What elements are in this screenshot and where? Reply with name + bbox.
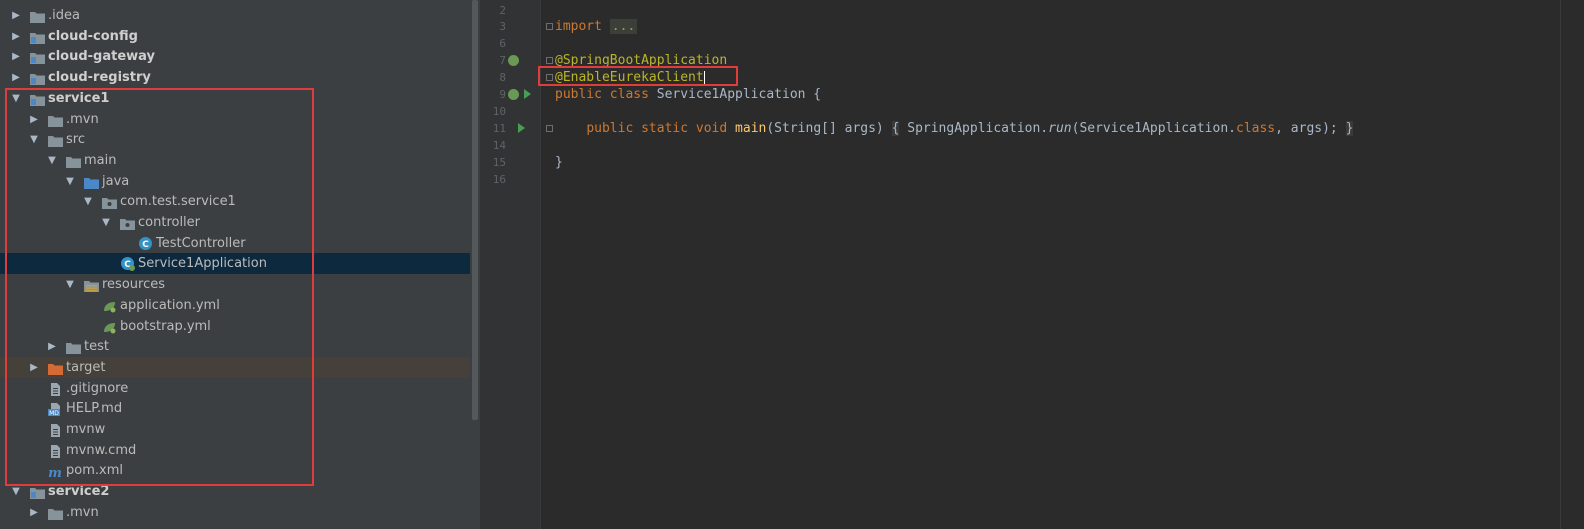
line-number: 11	[492, 122, 506, 135]
code-line-class-close[interactable]: }	[555, 154, 563, 171]
line-number: 8	[499, 71, 506, 84]
line-number: 16	[492, 173, 506, 186]
module-folder-icon	[30, 71, 45, 86]
expand-arrow-icon[interactable]: ▶	[10, 5, 22, 26]
closing-brace: }	[555, 155, 563, 170]
editor-right-margin	[1560, 0, 1561, 529]
line-number: 3	[499, 20, 506, 33]
code-line-main-method[interactable]: public static void main(String[] args) {…	[555, 120, 1354, 137]
line-number: 7	[499, 54, 506, 67]
line-number: 6	[499, 37, 506, 50]
code-text: (Service1Application.	[1071, 121, 1236, 136]
module-folder-icon	[30, 485, 45, 500]
tree-item-label: cloud-registry	[48, 70, 151, 86]
method-params: (String[] args)	[766, 121, 884, 136]
expand-arrow-icon[interactable]: ▶	[10, 26, 22, 47]
line-number: 9	[499, 88, 506, 101]
folder-icon	[48, 506, 63, 520]
tree-item-mvn[interactable]: ▶ .mvn	[0, 502, 470, 523]
tree-item-label: .idea	[48, 8, 80, 23]
fold-toggle-icon[interactable]	[546, 125, 553, 132]
line-number: 14	[492, 139, 506, 152]
eureka-annotation-highlight-box	[538, 66, 738, 86]
spring-bean-gutter-icon[interactable]	[508, 55, 519, 66]
fold-toggle-icon[interactable]	[546, 57, 553, 64]
method-name: main	[735, 121, 767, 136]
folded-brace[interactable]: }	[1345, 121, 1354, 136]
keyword: class	[1236, 121, 1276, 136]
tree-item-label: .mvn	[66, 504, 99, 520]
run-class-icon[interactable]	[524, 89, 531, 99]
expand-arrow-icon[interactable]: ▶	[28, 502, 40, 523]
keyword: static	[641, 121, 689, 136]
expand-arrow-icon[interactable]: ▶	[10, 67, 22, 88]
scrollbar-thumb[interactable]	[472, 0, 478, 420]
code-line-class-decl[interactable]: public class Service1Application {	[555, 86, 821, 103]
spring-bean-gutter-icon[interactable]	[508, 89, 519, 100]
project-tree-scrollbar[interactable]	[470, 0, 480, 529]
keyword: import	[555, 19, 602, 34]
tree-item-label: cloud-gateway	[48, 49, 156, 65]
keyword: public	[555, 87, 602, 102]
tree-item-cloud-registry[interactable]: ▶ cloud-registry	[0, 67, 470, 88]
module-folder-icon	[30, 50, 45, 65]
run-main-icon[interactable]	[518, 123, 525, 133]
fold-toggle-icon[interactable]	[546, 23, 553, 30]
line-number: 10	[492, 105, 506, 118]
tree-item-idea[interactable]: ▶ .idea	[0, 5, 470, 26]
keyword: class	[609, 87, 649, 102]
keyword: public	[586, 121, 634, 136]
expand-arrow-icon[interactable]: ▶	[10, 46, 22, 67]
keyword: void	[695, 121, 728, 136]
module-folder-icon	[30, 30, 45, 44]
tree-item-cloud-gateway[interactable]: ▶ cloud-gateway	[0, 46, 470, 67]
service1-highlight-box	[5, 88, 314, 486]
code-line-import[interactable]: import ...	[555, 18, 638, 35]
line-number: 15	[492, 156, 506, 169]
method-call: run	[1048, 121, 1072, 136]
tree-item-cloud-config[interactable]: ▶ cloud-config	[0, 26, 470, 47]
line-number: 2	[499, 4, 506, 17]
folder-icon	[30, 9, 45, 23]
class-name: Service1Application {	[656, 87, 822, 102]
tree-item-label: cloud-config	[48, 28, 138, 44]
code-text: SpringApplication.	[899, 121, 1049, 136]
folded-imports[interactable]: ...	[609, 19, 638, 34]
code-text: , args);	[1275, 121, 1338, 136]
